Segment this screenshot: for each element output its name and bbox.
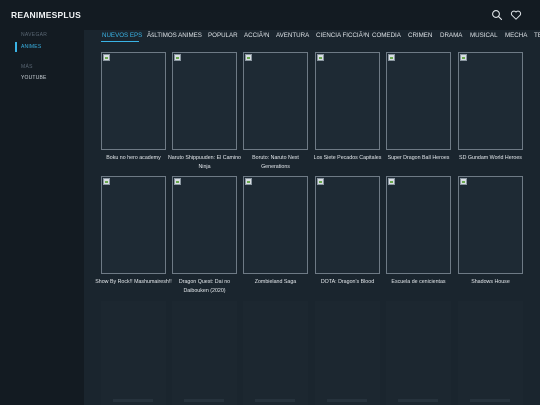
tab-musical[interactable]: MUSICAL: [470, 32, 498, 39]
loading-text-placeholder: [255, 399, 295, 402]
broken-image-icon: [388, 54, 395, 61]
anime-thumbnail[interactable]: [386, 52, 451, 150]
anime-title[interactable]: Show By Rock!! Mashumairesh!!: [95, 278, 172, 287]
loading-card-placeholder: [243, 301, 308, 405]
anime-thumbnail[interactable]: [243, 52, 308, 150]
tab-drama[interactable]: DRAMA: [440, 32, 462, 39]
sidebar-section-navegar: NAVEGAR: [21, 32, 48, 38]
broken-image-icon: [317, 178, 324, 185]
tab-te[interactable]: TE: [534, 32, 540, 39]
anime-title[interactable]: Escuela de cenicientas: [380, 278, 457, 287]
anime-thumbnail[interactable]: [315, 52, 380, 150]
loading-text-placeholder: [113, 399, 153, 402]
broken-image-icon: [460, 178, 467, 185]
anime-title[interactable]: Boku no hero academy: [95, 154, 172, 163]
anime-thumbnail[interactable]: [243, 176, 308, 274]
anime-title[interactable]: Dragon Quest: Dai no Daibouken (2020): [166, 278, 243, 296]
sidebar-item-youtube[interactable]: YOUTUBE: [15, 73, 84, 83]
anime-title[interactable]: Zombieland Saga: [237, 278, 314, 287]
loading-card-placeholder: [315, 301, 380, 405]
sidebar-item-animes[interactable]: ANIMES: [15, 42, 84, 52]
anime-title[interactable]: Naruto Shippuuden: El Camino Ninja: [166, 154, 243, 172]
tab-crimen[interactable]: CRIMEN: [408, 32, 432, 39]
loading-text-placeholder: [327, 399, 367, 402]
anime-thumbnail[interactable]: [458, 176, 523, 274]
top-bar: REANIMESPLUS: [0, 0, 540, 30]
main-content: NUEVOS EPS ÃšLTIMOS ANIMES POPULAR ACCIÃ…: [84, 30, 540, 405]
anime-title[interactable]: Boruto: Naruto Next Generations: [237, 154, 314, 172]
tab-ultimos-animes[interactable]: ÃšLTIMOS ANIMES: [147, 32, 202, 39]
loading-text-placeholder: [470, 399, 510, 402]
broken-image-icon: [103, 178, 110, 185]
tab-popular[interactable]: POPULAR: [208, 32, 238, 39]
tab-aventura[interactable]: AVENTURA: [276, 32, 309, 39]
broken-image-icon: [174, 54, 181, 61]
tab-mecha[interactable]: MECHA: [505, 32, 527, 39]
broken-image-icon: [317, 54, 324, 61]
anime-thumbnail[interactable]: [172, 52, 237, 150]
tab-comedia[interactable]: COMEDIA: [372, 32, 401, 39]
heart-icon[interactable]: [510, 9, 522, 21]
genre-tabs: NUEVOS EPS ÃšLTIMOS ANIMES POPULAR ACCIÃ…: [84, 30, 540, 42]
anime-title[interactable]: Super Dragon Ball Heroes: [380, 154, 457, 163]
anime-thumbnail[interactable]: [101, 176, 166, 274]
anime-title[interactable]: Shadows House: [452, 278, 529, 287]
anime-thumbnail[interactable]: [458, 52, 523, 150]
broken-image-icon: [174, 178, 181, 185]
broken-image-icon: [245, 54, 252, 61]
loading-card-placeholder: [458, 301, 523, 405]
anime-thumbnail[interactable]: [172, 176, 237, 274]
broken-image-icon: [388, 178, 395, 185]
loading-card-placeholder: [172, 301, 237, 405]
sidebar: NAVEGAR ANIMES MÁS YOUTUBE: [0, 30, 84, 405]
anime-title[interactable]: SD Gundam World Heroes: [452, 154, 529, 163]
anime-thumbnail[interactable]: [315, 176, 380, 274]
broken-image-icon: [245, 178, 252, 185]
brand-logo[interactable]: REANIMESPLUS: [11, 10, 81, 20]
loading-card-placeholder: [101, 301, 166, 405]
anime-thumbnail[interactable]: [386, 176, 451, 274]
search-icon[interactable]: [491, 9, 503, 21]
anime-title[interactable]: Los Siete Pecados Capitales: [309, 154, 386, 163]
broken-image-icon: [460, 54, 467, 61]
broken-image-icon: [103, 54, 110, 61]
anime-thumbnail[interactable]: [101, 52, 166, 150]
tab-ciencia-ficcion[interactable]: CIENCIA FICCIÃ³N: [316, 32, 369, 39]
anime-title[interactable]: DOTA: Dragon's Blood: [309, 278, 386, 287]
loading-text-placeholder: [398, 399, 438, 402]
tab-nuevos-eps[interactable]: NUEVOS EPS: [102, 32, 142, 39]
tab-accion[interactable]: ACCIÃ³N: [244, 32, 269, 39]
active-tab-indicator: [101, 41, 139, 42]
sidebar-section-mas: MÁS: [21, 64, 33, 70]
loading-text-placeholder: [184, 399, 224, 402]
loading-card-placeholder: [386, 301, 451, 405]
